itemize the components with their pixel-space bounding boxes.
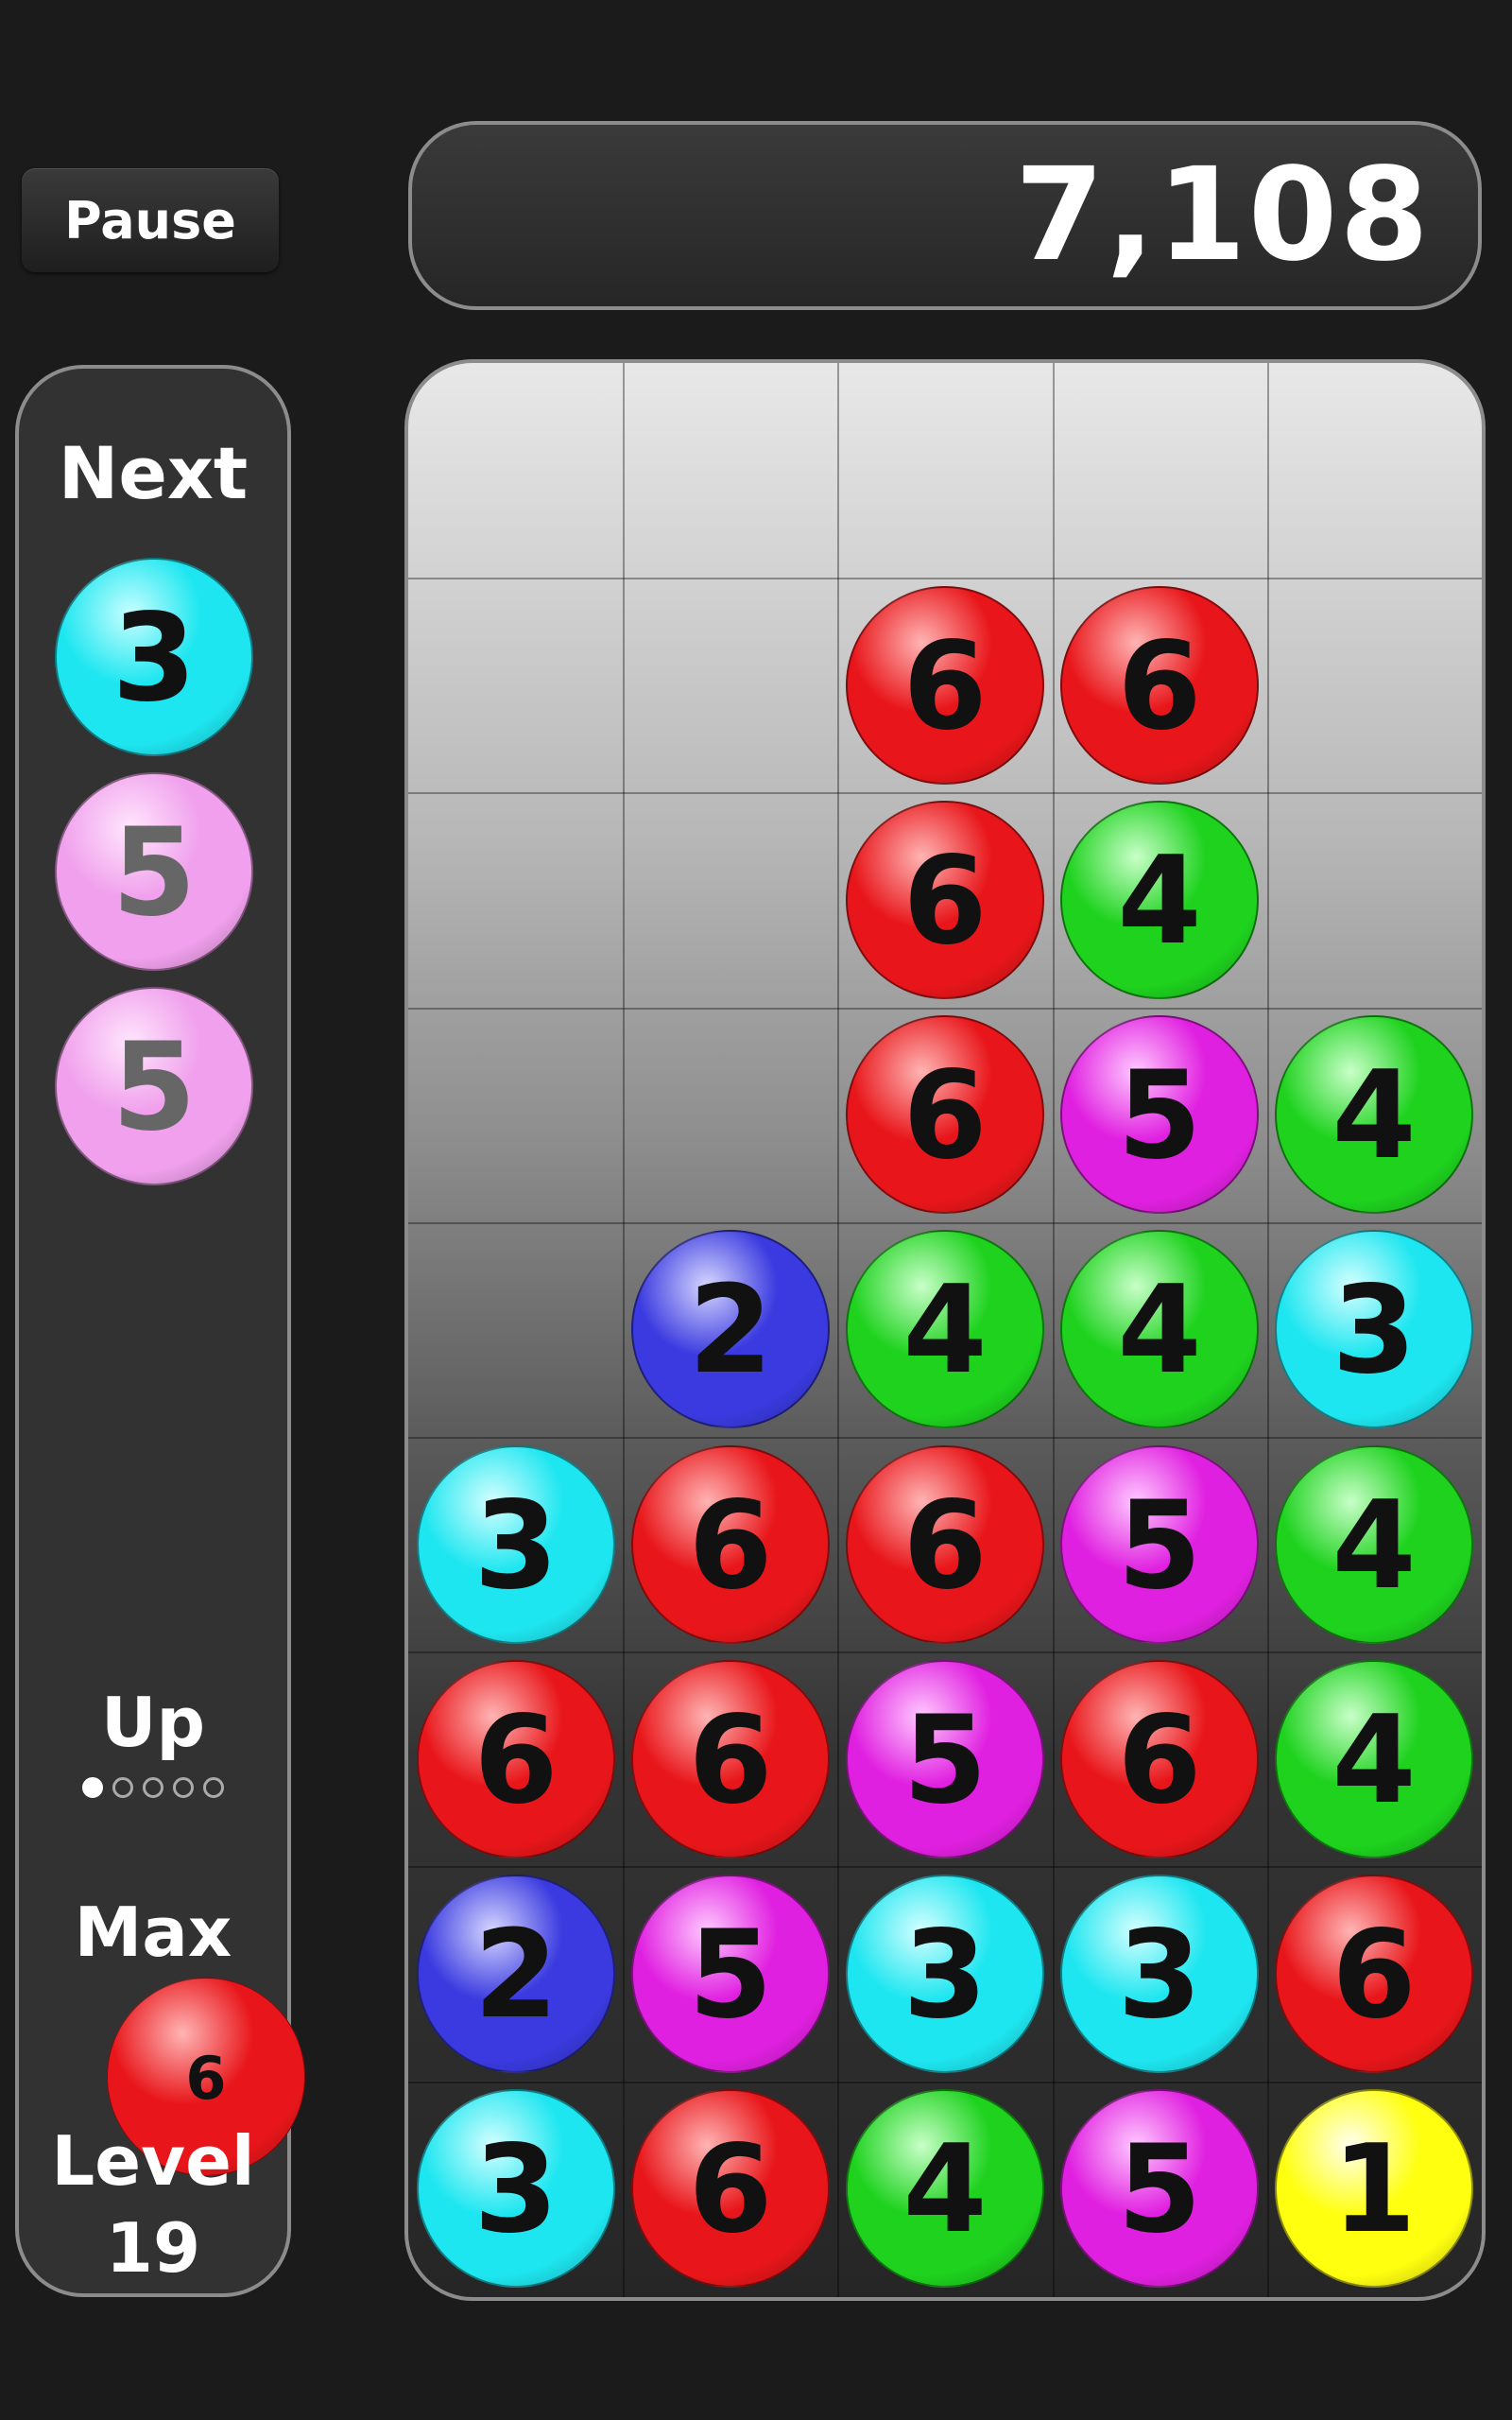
board-ball[interactable]: 4 — [846, 2089, 1044, 2288]
up-dot — [82, 1777, 103, 1798]
up-dot — [203, 1777, 224, 1798]
board-ball[interactable]: 4 — [1060, 801, 1259, 999]
grid-column-line — [1267, 363, 1269, 2297]
level-label: Level — [51, 2121, 255, 2201]
board-ball[interactable]: 5 — [1060, 1445, 1259, 1644]
board-ball[interactable]: 3 — [846, 1875, 1044, 2073]
board-ball[interactable]: 4 — [1275, 1445, 1473, 1644]
board-ball[interactable]: 2 — [417, 1875, 615, 2073]
grid-row-line — [408, 1866, 1482, 1868]
next-ball-3: 5 — [55, 987, 253, 1185]
next-ball-1: 3 — [55, 558, 253, 756]
grid-row-line — [408, 1651, 1482, 1653]
max-label: Max — [74, 1893, 232, 1972]
score-display: 7,108 — [408, 121, 1482, 310]
grid-row-line — [408, 2082, 1482, 2083]
board-ball[interactable]: 4 — [846, 1230, 1044, 1428]
pause-button[interactable]: Pause — [22, 168, 279, 272]
board-ball[interactable]: 3 — [1275, 1230, 1473, 1428]
score-value: 7,108 — [1014, 141, 1431, 290]
board-ball[interactable]: 6 — [631, 1660, 830, 1858]
game-screen: Pause 7,108 Next 3 5 5 Up Max 6 Level 19… — [0, 0, 1512, 2420]
board-ball[interactable]: 3 — [417, 2089, 615, 2288]
game-board[interactable]: 6664654244336654665642533636451 — [404, 359, 1486, 2301]
board-ball[interactable]: 6 — [1060, 1660, 1259, 1858]
up-label: Up — [100, 1683, 205, 1762]
board-ball[interactable]: 4 — [1275, 1660, 1473, 1858]
board-ball[interactable]: 6 — [631, 1445, 830, 1644]
next-ball-2: 5 — [55, 772, 253, 971]
grid-column-line — [1053, 363, 1055, 2297]
board-ball[interactable]: 6 — [846, 1015, 1044, 1214]
grid-row-line — [408, 1008, 1482, 1010]
side-panel: Next 3 5 5 Up Max 6 Level 19 — [15, 365, 305, 2297]
board-ball[interactable]: 4 — [1060, 1230, 1259, 1428]
level-value: 19 — [105, 2208, 201, 2288]
board-ball[interactable]: 1 — [1275, 2089, 1473, 2288]
board-ball[interactable]: 5 — [1060, 2089, 1259, 2288]
up-dot — [112, 1777, 133, 1798]
board-ball[interactable]: 6 — [631, 2089, 830, 2288]
grid-row-line — [408, 1437, 1482, 1439]
grid-column-line — [837, 363, 839, 2297]
board-ball[interactable]: 6 — [1060, 586, 1259, 785]
board-ball[interactable]: 6 — [417, 1660, 615, 1858]
board-ball[interactable]: 5 — [1060, 1015, 1259, 1214]
board-ball[interactable]: 4 — [1275, 1015, 1473, 1214]
board-ball[interactable]: 5 — [631, 1875, 830, 2073]
board-ball[interactable]: 3 — [1060, 1875, 1259, 2073]
board-ball[interactable]: 5 — [846, 1660, 1044, 1858]
board-ball[interactable]: 6 — [1275, 1875, 1473, 2073]
board-ball[interactable]: 6 — [846, 586, 1044, 785]
board-ball[interactable]: 2 — [631, 1230, 830, 1428]
up-progress-dots — [19, 1777, 287, 1798]
grid-row-line — [408, 578, 1482, 579]
grid-column-line — [623, 363, 625, 2297]
up-dot — [173, 1777, 194, 1798]
up-dot — [143, 1777, 163, 1798]
board-ball[interactable]: 6 — [846, 801, 1044, 999]
board-ball[interactable]: 3 — [417, 1445, 615, 1644]
board-ball[interactable]: 6 — [846, 1445, 1044, 1644]
grid-row-line — [408, 1222, 1482, 1224]
grid-row-line — [408, 792, 1482, 794]
next-label: Next — [58, 431, 249, 515]
